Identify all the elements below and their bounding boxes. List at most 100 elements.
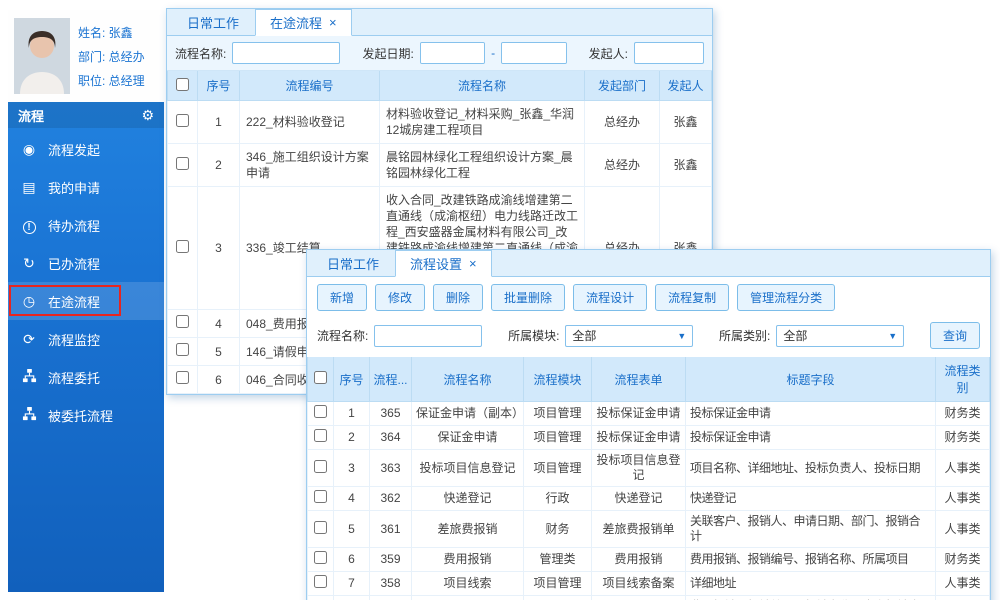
cell-name: 测试费用报销 bbox=[412, 596, 524, 600]
delete-button[interactable]: 删除 bbox=[433, 284, 483, 311]
cell-code: 361 bbox=[370, 511, 412, 548]
table-row[interactable]: 4 362 快递登记 行政 快递登记 快递登记 人事类 bbox=[308, 487, 990, 511]
date-to-input[interactable] bbox=[502, 43, 566, 63]
search-button[interactable]: 查询 bbox=[930, 322, 980, 349]
cell-form: 投标保证金申请 bbox=[592, 426, 686, 450]
row-checkbox[interactable] bbox=[314, 405, 327, 418]
tab-label: 日常工作 bbox=[327, 254, 379, 273]
row-checkbox[interactable] bbox=[176, 114, 189, 127]
sidebar-item-delegated-processes[interactable]: 被委托流程 bbox=[8, 396, 164, 434]
profile-title: 职位: 总经理 bbox=[78, 72, 145, 89]
cell-category: 人事类 bbox=[936, 487, 990, 511]
tab-daily-work-2[interactable]: 日常工作 bbox=[313, 250, 393, 276]
row-checkbox[interactable] bbox=[176, 343, 189, 356]
sidebar-item-my-applications[interactable]: ▤ 我的申请 bbox=[8, 168, 164, 206]
gear-icon[interactable]: ⚙ bbox=[141, 107, 154, 124]
table-row[interactable]: 5 361 差旅费报销 财务 差旅费报销单 关联客户、报销人、申请日期、部门、报… bbox=[308, 511, 990, 548]
cell-category: 财务类 bbox=[936, 426, 990, 450]
sidebar-item-process-delegate[interactable]: 流程委托 bbox=[8, 358, 164, 396]
cell-no: 6 bbox=[334, 548, 370, 572]
cell-name: 差旅费报销 bbox=[412, 511, 524, 548]
sidebar-item-todo-processes[interactable]: ! 待办流程 bbox=[8, 206, 164, 244]
cell-no: 5 bbox=[198, 338, 240, 366]
tab-process-settings[interactable]: 流程设置 × bbox=[395, 250, 492, 277]
cell-category: 人事类 bbox=[936, 450, 990, 487]
cell-name: 费用报销 bbox=[412, 548, 524, 572]
category-label: 所属类别: bbox=[719, 327, 770, 344]
start-date-label: 发起日期: bbox=[363, 45, 414, 62]
cell-name: 投标项目信息登记 bbox=[412, 450, 524, 487]
cell-category: 人事类 bbox=[936, 572, 990, 596]
row-checkbox[interactable] bbox=[314, 460, 327, 473]
row-checkbox[interactable] bbox=[176, 157, 189, 170]
tab-daily-work[interactable]: 日常工作 bbox=[173, 9, 253, 35]
sidebar-item-process-initiate[interactable]: ◉ 流程发起 bbox=[8, 130, 164, 168]
process-name-input[interactable] bbox=[232, 42, 340, 64]
cell-name: 快递登记 bbox=[412, 487, 524, 511]
row-checkbox[interactable] bbox=[176, 371, 189, 384]
table-row[interactable]: 1 365 保证金申请（副本） 项目管理 投标保证金申请 投标保证金申请 财务类 bbox=[308, 402, 990, 426]
delegated-icon bbox=[20, 406, 38, 424]
table-row[interactable]: 7 358 项目线索 项目管理 项目线索备案 详细地址 人事类 bbox=[308, 572, 990, 596]
table-row[interactable]: 3 363 投标项目信息登记 项目管理 投标项目信息登记 项目名称、详细地址、投… bbox=[308, 450, 990, 487]
edit-button[interactable]: 修改 bbox=[375, 284, 425, 311]
sidebar-item-done-processes[interactable]: ↻ 已办流程 bbox=[8, 244, 164, 282]
cell-form: 投标项目信息登记 bbox=[592, 450, 686, 487]
sidebar-item-label: 流程发起 bbox=[48, 140, 100, 159]
cell-initiator: 张鑫 bbox=[660, 101, 712, 144]
tab-in-transit[interactable]: 在途流程 × bbox=[255, 9, 352, 36]
batch-delete-button[interactable]: 批量删除 bbox=[491, 284, 565, 311]
cell-title-field: 投标保证金申请 bbox=[686, 402, 936, 426]
window1-filter-bar: 流程名称: 发起日期: ▦ - ▦ 发起人: bbox=[167, 36, 712, 71]
table-row[interactable]: 6 359 费用报销 管理类 费用报销 费用报销、报销编号、报销名称、所属项目 … bbox=[308, 548, 990, 572]
done-icon: ↻ bbox=[20, 255, 38, 272]
cell-form: 快递登记 bbox=[592, 487, 686, 511]
col-header-code: 流程编号 bbox=[240, 71, 380, 101]
row-checkbox[interactable] bbox=[314, 429, 327, 442]
select-all-checkbox[interactable] bbox=[176, 78, 189, 91]
chevron-down-icon: ▼ bbox=[677, 331, 686, 341]
table-row[interactable]: 2 364 保证金申请 项目管理 投标保证金申请 投标保证金申请 财务类 bbox=[308, 426, 990, 450]
process-copy-button[interactable]: 流程复制 bbox=[655, 284, 729, 311]
sidebar-item-process-monitor[interactable]: ⟳ 流程监控 bbox=[8, 320, 164, 358]
process-design-button[interactable]: 流程设计 bbox=[573, 284, 647, 311]
row-checkbox[interactable] bbox=[314, 551, 327, 564]
cell-no: 4 bbox=[334, 487, 370, 511]
row-checkbox[interactable] bbox=[314, 490, 327, 503]
table-row[interactable]: 2 346_施工组织设计方案申请 晨铭园林绿化工程组织设计方案_晨铭园林绿化工程… bbox=[168, 144, 712, 187]
process-settings-table: 序号 流程... 流程名称 流程模块 流程表单 标题字段 流程类别 1 365 … bbox=[307, 357, 990, 600]
cell-dept: 总经办 bbox=[585, 144, 660, 187]
cell-no: 3 bbox=[198, 187, 240, 310]
row-checkbox[interactable] bbox=[176, 315, 189, 328]
cell-code: 363 bbox=[370, 450, 412, 487]
row-checkbox[interactable] bbox=[176, 240, 189, 253]
close-tab-icon[interactable]: × bbox=[469, 256, 477, 271]
col-header-name: 流程名称 bbox=[380, 71, 585, 101]
select-all-checkbox[interactable] bbox=[314, 371, 327, 384]
table-row[interactable]: 8 357 测试费用报销 财务 费用报销 费用报销、报销编号、报销名称、本次报销… bbox=[308, 596, 990, 600]
window2-filter-bar: 流程名称: 所属模块: 全部 ▼ 所属类别: 全部 ▼ 查询 bbox=[307, 318, 990, 357]
add-button[interactable]: 新增 bbox=[317, 284, 367, 311]
cell-module: 财务 bbox=[524, 596, 592, 600]
close-tab-icon[interactable]: × bbox=[329, 15, 337, 30]
row-checkbox[interactable] bbox=[314, 521, 327, 534]
date-from-input[interactable] bbox=[421, 43, 485, 63]
row-checkbox[interactable] bbox=[314, 575, 327, 588]
sidebar-item-label: 流程监控 bbox=[48, 330, 100, 349]
sidebar-item-label: 待办流程 bbox=[48, 216, 100, 235]
category-select[interactable]: 全部 ▼ bbox=[776, 325, 904, 347]
sidebar-section-header: 流程 ⚙ bbox=[8, 102, 164, 128]
col-header-no: 序号 bbox=[334, 357, 370, 402]
my-applications-icon: ▤ bbox=[20, 179, 38, 196]
table-header-row: 序号 流程... 流程名称 流程模块 流程表单 标题字段 流程类别 bbox=[308, 357, 990, 402]
todo-icon: ! bbox=[20, 217, 38, 234]
sidebar-item-in-transit-processes[interactable]: ◷ 在途流程 bbox=[8, 282, 164, 320]
table-row[interactable]: 1 222_材料验收登记 材料验收登记_材料采购_张鑫_华润12城房建工程项目 … bbox=[168, 101, 712, 144]
process-name-input[interactable] bbox=[374, 325, 482, 347]
manage-category-button[interactable]: 管理流程分类 bbox=[737, 284, 835, 311]
cell-module: 管理类 bbox=[524, 548, 592, 572]
cell-code: 359 bbox=[370, 548, 412, 572]
initiator-input[interactable] bbox=[634, 42, 704, 64]
module-select[interactable]: 全部 ▼ bbox=[565, 325, 693, 347]
sidebar: 姓名: 张鑫 部门: 总经办 职位: 总经理 流程 ⚙ ◉ 流程发起 ▤ 我的申… bbox=[8, 10, 164, 592]
